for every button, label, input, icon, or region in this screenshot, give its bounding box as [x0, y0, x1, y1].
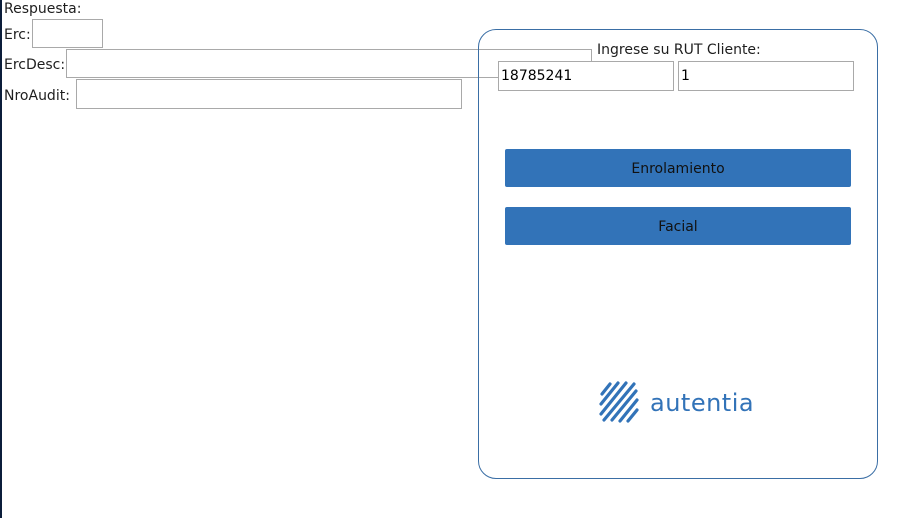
autentia-logo: autentia: [598, 380, 754, 426]
window-edge: [0, 0, 2, 518]
erc-field[interactable]: [32, 19, 103, 48]
enrolamiento-button[interactable]: Enrolamiento: [505, 149, 851, 187]
facial-button[interactable]: Facial: [505, 207, 851, 245]
nroaudit-label: NroAudit:: [4, 88, 70, 104]
ercdesc-label: ErcDesc:: [4, 57, 66, 73]
rut-input[interactable]: [498, 61, 674, 91]
erc-label: Erc:: [4, 27, 31, 43]
rut-prompt-label: Ingrese su RUT Cliente:: [597, 42, 761, 58]
autentia-logo-icon: [599, 381, 639, 423]
respuesta-label: Respuesta:: [4, 1, 82, 17]
autentia-wordmark: autentia: [650, 389, 755, 417]
rut-dv-input[interactable]: [678, 61, 854, 91]
nroaudit-field[interactable]: [76, 79, 462, 109]
